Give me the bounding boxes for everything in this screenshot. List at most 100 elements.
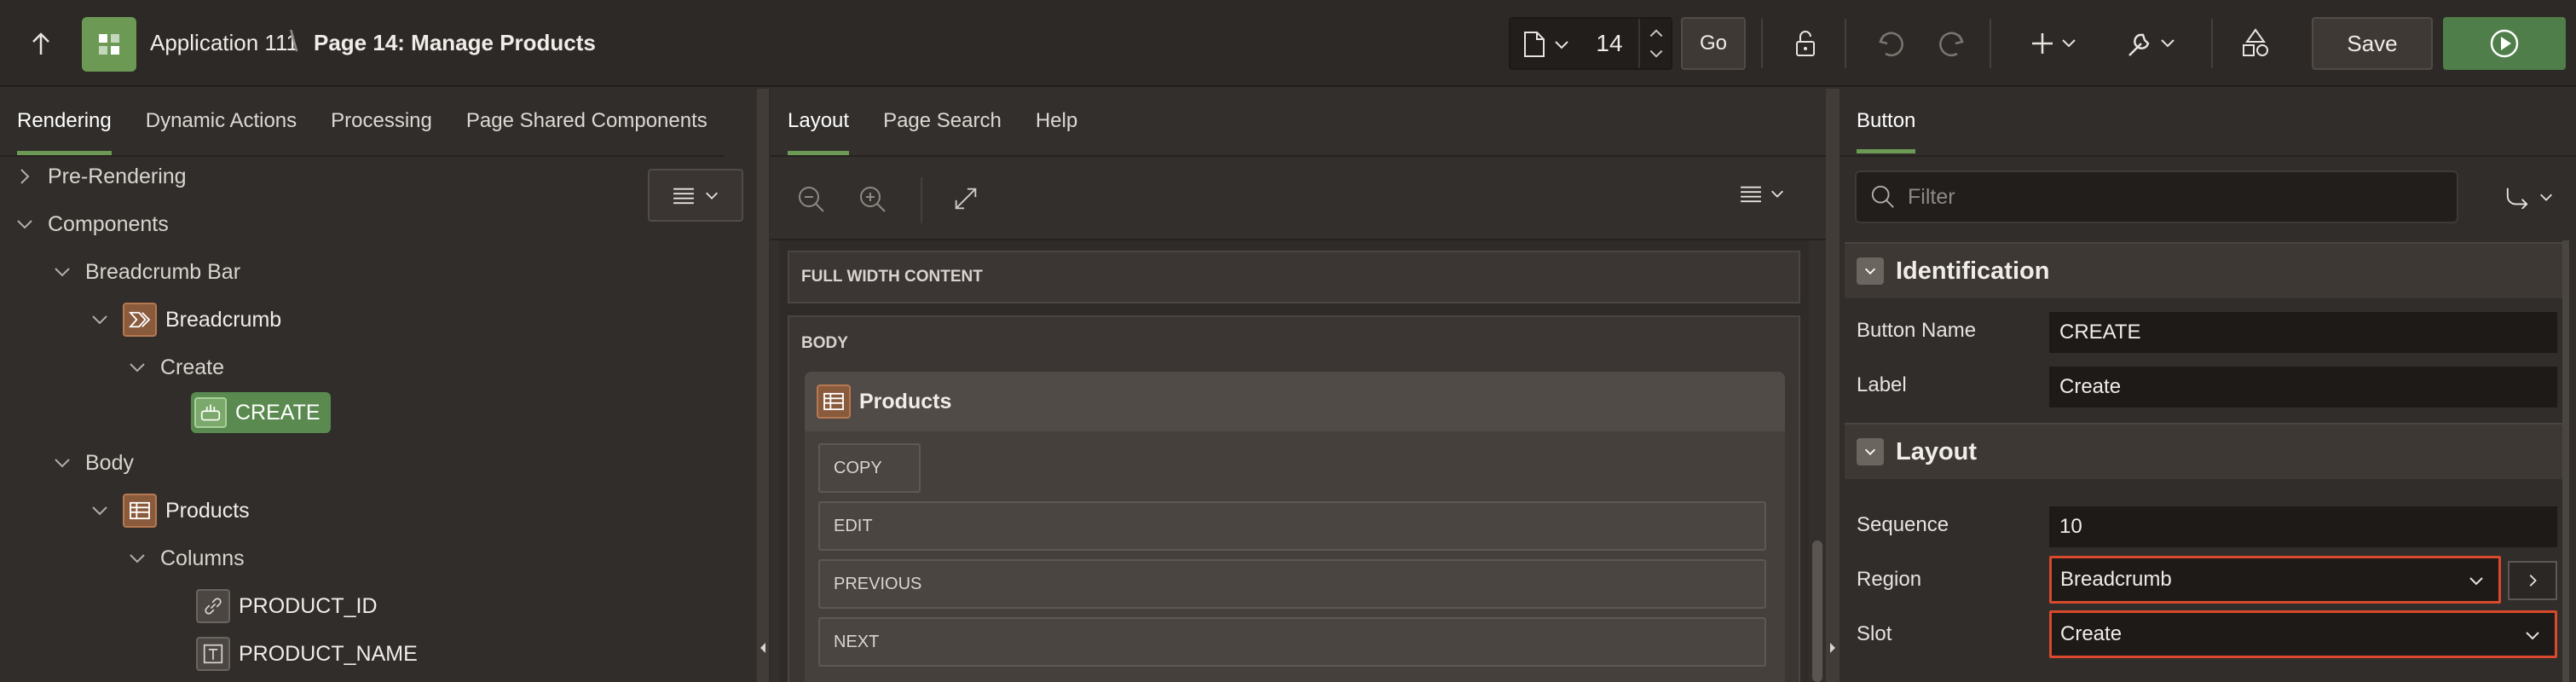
region-select-value: Breadcrumb (2060, 568, 2172, 591)
chevron-right-icon[interactable] (15, 167, 34, 186)
run-button[interactable] (2443, 17, 2566, 70)
tab-processing[interactable]: Processing (314, 89, 449, 155)
tree-menu-button[interactable] (648, 169, 743, 222)
plus-icon[interactable] (2029, 24, 2083, 63)
wrench-icon[interactable] (2123, 24, 2182, 63)
sequence-label: Sequence (1857, 513, 1949, 536)
chevron-down-icon[interactable] (15, 215, 34, 234)
edit-button-slot[interactable]: EDIT (818, 501, 1766, 551)
tab-page-shared-components[interactable]: Page Shared Components (449, 89, 725, 155)
chevron-down-icon[interactable] (128, 358, 147, 377)
breadcrumb-separator: \ (290, 26, 298, 58)
property-editor: Button Identification Button Name CREATE… (1840, 89, 2576, 682)
app-name-link[interactable]: Application 111 (150, 30, 298, 56)
layout-panel: Layout Page Search Help FULL WIDTH CONTE… (771, 89, 1826, 682)
tree-node-components[interactable]: Components (15, 203, 169, 246)
collapse-icon[interactable] (1857, 438, 1884, 465)
tree-node-label: Products (165, 498, 250, 523)
shapes-icon[interactable] (2238, 24, 2273, 63)
chevron-down-icon[interactable] (53, 263, 72, 281)
tree-node-body[interactable]: Body (53, 442, 134, 484)
tree-node-label: Breadcrumb Bar (85, 259, 241, 284)
identification-section-header[interactable]: Identification (1845, 242, 2564, 298)
page-selector[interactable]: 14 (1509, 17, 1672, 70)
tab-help[interactable]: Help (1019, 89, 1095, 155)
slot-select[interactable]: Create (2049, 610, 2557, 658)
lock-icon[interactable] (1788, 24, 1822, 63)
redo-icon[interactable] (1935, 24, 1969, 63)
goto-icon (2506, 188, 2528, 209)
property-tabs: Button (1840, 89, 2576, 157)
tree-node-pre-rendering[interactable]: Pre-Rendering (15, 155, 187, 198)
full-width-content-region[interactable]: FULL WIDTH CONTENT (788, 251, 1800, 303)
left-splitter[interactable] (757, 89, 769, 682)
slot-row: Slot Create (1845, 607, 2564, 662)
region-select[interactable]: Breadcrumb (2049, 556, 2501, 604)
right-splitter[interactable] (1826, 89, 1840, 682)
chevron-down-icon[interactable] (90, 501, 109, 520)
label-field[interactable]: Create (2049, 367, 2557, 407)
toolbar-divider (2211, 19, 2213, 68)
tree-node-products[interactable]: Products (90, 489, 250, 532)
layout-toolbar (771, 159, 1826, 240)
previous-button-slot[interactable]: PREVIOUS (818, 559, 1766, 609)
toolbar-divider (1761, 19, 1763, 68)
layout-menu-button[interactable] (1739, 184, 1785, 203)
tree-node-label: PRODUCT_ID (239, 593, 378, 618)
tab-page-search[interactable]: Page Search (866, 89, 1019, 155)
menu-icon (1741, 186, 1761, 203)
chevron-down-icon (2540, 194, 2552, 201)
body-region[interactable]: BODY Products COPY EDIT PREVIOUS NEXT (788, 315, 1800, 682)
tree-node-product-name[interactable]: PRODUCT_NAME (196, 633, 418, 675)
undo-icon[interactable] (1874, 24, 1908, 63)
button-name-field[interactable]: CREATE (2049, 312, 2557, 353)
section-title: Layout (1896, 437, 1978, 465)
table-icon (123, 494, 157, 528)
tab-layout[interactable]: Layout (771, 89, 866, 155)
property-scrollbar[interactable] (2562, 240, 2569, 682)
layout-section-header[interactable]: Layout (1845, 423, 2564, 479)
chevron-down-icon (2469, 577, 2483, 586)
go-to-group-button[interactable] (2481, 170, 2576, 223)
save-button[interactable]: Save (2312, 17, 2433, 70)
zoom-out-icon[interactable] (796, 184, 827, 215)
page-stepper[interactable] (1638, 19, 1672, 68)
chevron-down-icon[interactable] (128, 549, 147, 568)
tree-node-create-slot[interactable]: Create (128, 346, 224, 389)
button-name-row: Button Name CREATE (1845, 303, 2564, 358)
chevron-down-icon[interactable] (1553, 36, 1570, 53)
zoom-in-icon[interactable] (858, 184, 888, 215)
collapse-icon[interactable] (1857, 257, 1884, 285)
tree-node-breadcrumb[interactable]: Breadcrumb (90, 298, 281, 341)
tree-node-create-button[interactable]: CREATE (191, 392, 331, 433)
tree-node-label: PRODUCT_NAME (239, 641, 418, 666)
up-arrow-icon[interactable] (26, 29, 56, 60)
slot-select-value: Create (2060, 622, 2123, 645)
chevron-down-icon (706, 192, 718, 199)
next-button-slot[interactable]: NEXT (818, 617, 1766, 667)
app-grid-icon[interactable] (82, 17, 136, 72)
expand-icon[interactable] (951, 184, 980, 213)
chevron-down-icon[interactable] (90, 310, 109, 329)
sequence-field[interactable]: 10 (2049, 506, 2557, 547)
slot-label: Slot (1857, 622, 1892, 645)
products-region[interactable]: Products COPY EDIT PREVIOUS NEXT (805, 372, 1785, 682)
go-button[interactable]: Go (1681, 17, 1746, 70)
tab-dynamic-actions[interactable]: Dynamic Actions (129, 89, 314, 155)
section-title: Identification (1896, 257, 2050, 285)
go-to-region-button[interactable] (2508, 561, 2557, 600)
layout-scrollbar[interactable] (1812, 540, 1822, 682)
filter-input[interactable] (1908, 172, 2419, 222)
rendering-panel: Rendering Dynamic Actions Processing Pag… (0, 89, 757, 682)
breadcrumb-region-icon (123, 303, 157, 337)
tree-node-product-id[interactable]: PRODUCT_ID (196, 585, 378, 627)
tab-button[interactable]: Button (1840, 89, 1932, 153)
tree-node-columns[interactable]: Columns (128, 537, 245, 580)
page-number-input[interactable]: 14 (1582, 19, 1637, 68)
chevron-down-icon[interactable] (53, 454, 72, 472)
tree-node-breadcrumb-bar[interactable]: Breadcrumb Bar (53, 251, 240, 293)
tab-rendering[interactable]: Rendering (0, 89, 129, 155)
copy-button-slot[interactable]: COPY (818, 443, 921, 493)
sequence-row: Sequence 10 (1845, 498, 2564, 552)
products-region-header[interactable]: Products (805, 372, 1785, 431)
